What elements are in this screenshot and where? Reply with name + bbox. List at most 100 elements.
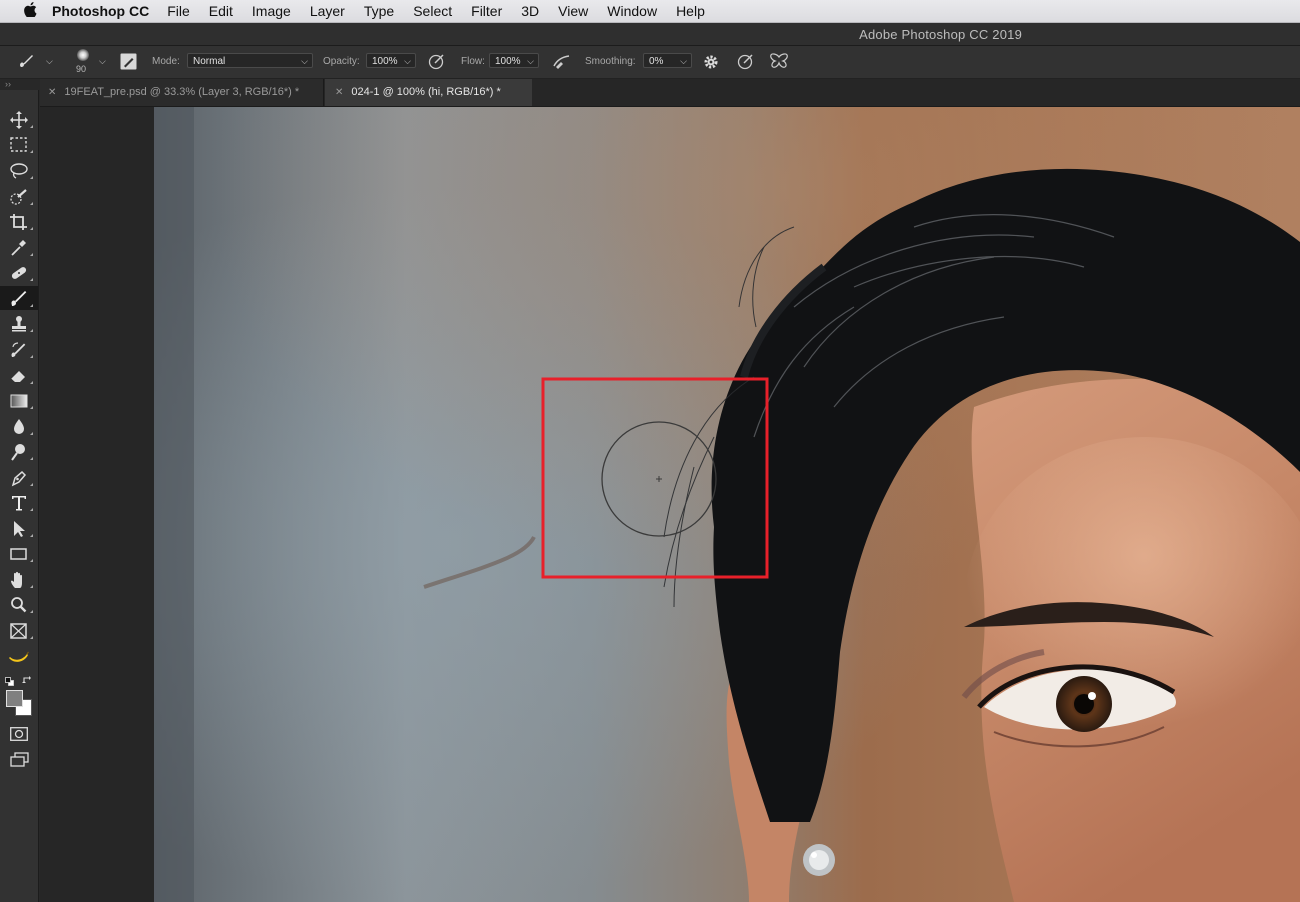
crop-tool[interactable] [0,209,38,233]
clone-stamp-tool[interactable] [0,311,38,335]
marquee-icon [10,137,27,152]
pressure-size-icon[interactable] [737,53,755,73]
menu-layer[interactable]: Layer [310,3,345,19]
app-title-bar: Adobe Photoshop CC 2019 [0,23,1300,46]
eraser-tool[interactable] [0,363,38,387]
hand-icon [11,571,22,588]
type-tool[interactable] [0,490,38,514]
menu-file[interactable]: File [167,3,190,19]
brush-size-value: 90 [76,64,87,74]
quick-mask-icon[interactable] [10,727,28,746]
zoom-tool[interactable] [0,592,38,616]
menu-select[interactable]: Select [413,3,452,19]
menu-edit[interactable]: Edit [209,3,233,19]
lasso-tool[interactable] [0,158,38,182]
brush-icon [11,291,27,306]
eyedropper-icon [11,240,26,256]
screen-mode-icon[interactable] [10,752,30,773]
chevron-down-icon: ⌵ [404,56,411,66]
pasteboard [40,107,154,902]
airbrush-icon[interactable] [552,53,572,73]
rectangle-tool[interactable] [0,541,38,565]
move-tool[interactable] [0,107,38,131]
menu-window[interactable]: Window [607,3,657,19]
path-select-tool[interactable] [0,516,38,540]
menu-3d[interactable]: 3D [521,3,539,19]
marquee-tool[interactable] [0,132,38,156]
pen-icon [11,470,27,487]
frame-icon [10,623,27,639]
options-bar: ⌵ 90 ⌵ Mode: Normal ⌵ Opacity: 100% ⌵ Fl… [0,46,1300,79]
brush-tip-preview-icon[interactable] [77,49,89,61]
chevron-down-icon: ⌵ [301,56,308,66]
brush-tool[interactable] [0,286,38,310]
banana-tool[interactable] [0,643,38,667]
menu-type[interactable]: Type [364,3,394,19]
document-tab-label: 19FEAT_pre.psd @ 33.3% (Layer 3, RGB/16*… [64,86,300,98]
zoom-icon [11,597,27,613]
menu-help[interactable]: Help [676,3,705,19]
quick-select-tool[interactable] [0,184,38,208]
chevron-down-icon: ⌵ [680,56,687,66]
smoothing-value: 0% [649,56,664,67]
mode-value: Normal [193,56,226,67]
default-colors-icon[interactable] [5,673,14,686]
apple-menu-icon[interactable] [20,2,40,20]
mode-dropdown[interactable]: Normal ⌵ [187,53,313,68]
document-tab-label: 024-1 @ 100% (hi, RGB/16*) * [351,86,501,98]
gear-icon[interactable] [703,54,719,73]
brush-settings-panel-icon[interactable] [120,53,137,73]
menu-image[interactable]: Image [252,3,291,19]
swap-colors-icon[interactable] [22,672,33,690]
menu-filter[interactable]: Filter [471,3,502,19]
dodge-tool[interactable] [0,439,38,463]
close-icon[interactable]: ✕ [335,87,343,98]
history-brush-icon [11,342,26,357]
tools-panel [0,90,39,902]
smoothing-field[interactable]: 0% ⌵ [643,53,692,68]
healing-icon [11,267,27,279]
document-tab[interactable]: ✕ 19FEAT_pre.psd @ 33.3% (Layer 3, RGB/16… [40,79,324,106]
move-icon [10,111,28,129]
lasso-icon [10,163,28,179]
tool-preset-brush-icon[interactable] [18,53,36,72]
document-tab-active[interactable]: ✕ 024-1 @ 100% (hi, RGB/16*) * [325,79,532,106]
quick-select-icon [10,189,27,205]
path-select-icon [14,521,25,537]
blur-tool[interactable] [0,414,38,438]
healing-tool[interactable] [0,260,38,284]
opacity-field[interactable]: 100% ⌵ [366,53,416,68]
crop-icon [10,214,27,230]
history-brush-tool[interactable] [0,337,38,361]
close-icon[interactable]: ✕ [48,87,56,98]
pressure-opacity-icon[interactable] [428,53,446,73]
menu-view[interactable]: View [558,3,588,19]
chevron-down-icon: ⌵ [527,56,534,66]
frame-tool[interactable] [0,618,38,642]
eraser-icon [10,371,25,383]
window-title: Adobe Photoshop CC 2019 [859,27,1022,42]
hand-tool[interactable] [0,567,38,591]
opacity-label: Opacity: [323,56,360,67]
menu-bar: Photoshop CC File Edit Image Layer Type … [0,0,1300,23]
pen-tool[interactable] [0,465,38,489]
panel-collapse-icon[interactable]: ›› [0,79,40,89]
clone-stamp-icon [12,316,26,332]
blur-icon [14,419,24,434]
brush-picker-caret-icon[interactable]: ⌵ [99,56,106,67]
flow-field[interactable]: 100% ⌵ [489,53,539,68]
dodge-icon [11,444,25,461]
app-menu-photoshop[interactable]: Photoshop CC [52,3,149,19]
banana-icon [9,651,29,662]
mode-label: Mode: [152,56,180,67]
smoothing-label: Smoothing: [585,56,636,67]
rectangle-icon [10,548,27,560]
foreground-color-swatch[interactable] [6,690,23,707]
gradient-tool[interactable] [0,388,38,412]
tool-preset-caret-icon[interactable]: ⌵ [46,56,53,67]
flow-label: Flow: [461,56,485,67]
image-canvas[interactable] [154,107,1300,902]
eyedropper-tool[interactable] [0,235,38,259]
document-tab-bar: ✕ 19FEAT_pre.psd @ 33.3% (Layer 3, RGB/16… [40,79,1300,107]
symmetry-butterfly-icon[interactable] [769,53,789,73]
